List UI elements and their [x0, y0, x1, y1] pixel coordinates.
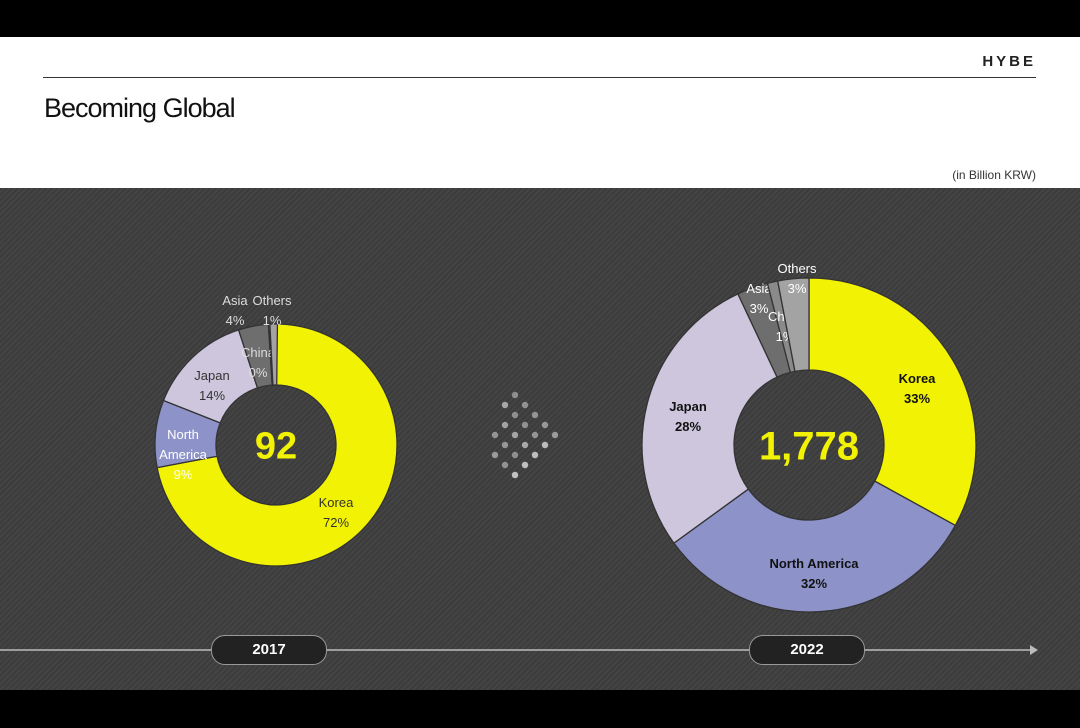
arrow-dot — [501, 441, 509, 449]
arrow-dot — [541, 441, 549, 449]
arrow-dot — [531, 411, 539, 419]
arrow-dot — [521, 461, 529, 469]
year-badge-2017: 2017 — [211, 635, 327, 665]
arrow-dot — [521, 441, 529, 449]
arrow-dot — [521, 401, 529, 409]
arrow-dot — [511, 431, 519, 439]
arrow-dot — [541, 421, 549, 429]
arrow-dot — [491, 431, 499, 439]
arrow-dot — [501, 461, 509, 469]
arrow-dot — [511, 411, 519, 419]
donut-2022: Korea33%North America32%Japan28%Asia3%Ch… — [641, 261, 977, 613]
arrow-dot — [511, 391, 519, 399]
arrow-dot — [491, 451, 499, 459]
arrow-dot — [551, 431, 559, 439]
total-value: 1,778 — [759, 424, 859, 468]
arrow-dot — [531, 431, 539, 439]
label-others: Others 1% — [252, 293, 292, 328]
arrow-dot — [511, 451, 519, 459]
year-badge-2022: 2022 — [749, 635, 865, 665]
arrow-dot — [521, 421, 529, 429]
timeline-arrow-icon — [1030, 645, 1038, 655]
total-value: 92 — [255, 426, 297, 468]
donut-2017: Korea 72%North America 9%Japan 14%Asia 4%Chin… — [154, 293, 398, 567]
map-decoration — [491, 391, 559, 479]
arrow-dot — [501, 421, 509, 429]
label-asia: Asia 4% — [222, 293, 248, 328]
slice-korea — [808, 277, 977, 527]
timeline — [0, 645, 1038, 655]
arrow-dot — [531, 451, 539, 459]
arrow-dot — [501, 401, 509, 409]
donut-charts: Korea 72%North America 9%Japan 14%Asia 4%Chin… — [0, 261, 1038, 655]
arrow-dot — [511, 471, 519, 479]
